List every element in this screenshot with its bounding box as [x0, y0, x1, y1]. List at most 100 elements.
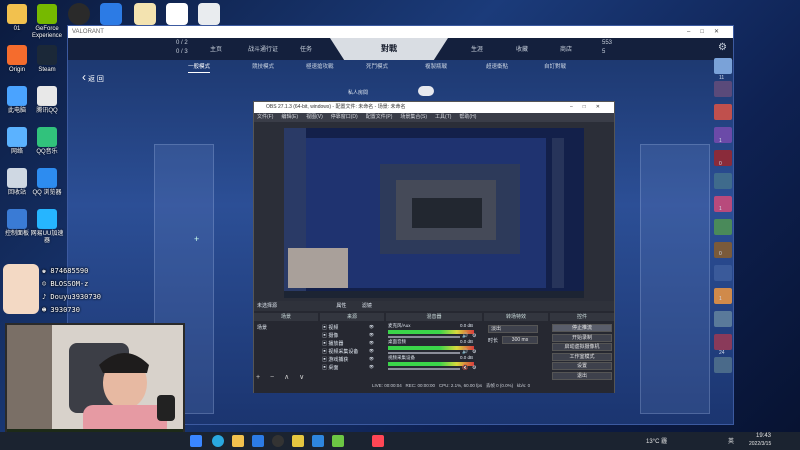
weather-widget[interactable]: 13°C 霾 [646, 436, 667, 445]
friend-avatar[interactable] [714, 219, 732, 235]
properties-button[interactable]: 属性 [336, 303, 346, 309]
cloud-icon[interactable] [252, 435, 264, 447]
notes-app-icon[interactable] [134, 3, 156, 25]
mode-tab[interactable]: 競技模式 [252, 62, 274, 70]
desktop-icon[interactable]: 01 [0, 4, 34, 33]
nav-play-tab[interactable]: 對戰 [330, 38, 448, 60]
desktop-icon[interactable]: QQ 浏览器 [30, 168, 64, 197]
mode-tab[interactable]: 自訂對戰 [544, 62, 566, 70]
friend-avatar[interactable] [714, 58, 732, 74]
friend-avatar[interactable] [714, 265, 732, 281]
nav-collection[interactable]: 收藏 [516, 44, 528, 53]
obs-menu-item[interactable]: 文件(F) [257, 114, 273, 120]
obs-window-controls[interactable]: –□✕ [570, 102, 610, 113]
lang-indicator[interactable]: 英 [728, 436, 734, 445]
clock-date[interactable]: 2022/3/15 [749, 441, 771, 447]
visibility-eye-icon[interactable]: 👁 [369, 356, 374, 361]
visibility-eye-icon[interactable]: 👁 [369, 332, 374, 337]
control-button[interactable]: 启动虚拟摄像机 [552, 343, 612, 351]
obs-menu-item[interactable]: 工具(T) [435, 114, 451, 120]
valorant-taskbar-icon[interactable] [372, 435, 384, 447]
friend-avatar[interactable] [714, 173, 732, 189]
nav-missions[interactable]: 任务 [300, 44, 312, 53]
back-button[interactable]: ‹ 返 回 [82, 70, 104, 84]
friend-avatar[interactable] [714, 127, 732, 143]
mode-tab[interactable]: 複製瓶戰 [425, 62, 447, 70]
obs-window[interactable]: OBS 27.1.3 (64-bit, windows) - 配置文件: 未命名… [253, 101, 615, 393]
obs-menu-item[interactable]: 编辑(E) [281, 114, 298, 120]
visibility-eye-icon[interactable]: 👁 [369, 324, 374, 329]
friend-avatar[interactable] [714, 81, 732, 97]
visibility-eye-icon[interactable]: 👁 [369, 340, 374, 345]
desktop-icon[interactable]: Origin [0, 45, 34, 74]
nav-career[interactable]: 生涯 [471, 44, 483, 53]
friend-avatar[interactable] [714, 288, 732, 304]
friend-avatar[interactable] [714, 150, 732, 166]
desktop-icon[interactable]: 回收站 [0, 168, 34, 197]
settings-gear-icon[interactable]: ⚙ [718, 42, 727, 53]
control-button[interactable]: 停止推流 [552, 324, 612, 332]
muted-speaker-icon[interactable]: 🔇 [462, 365, 468, 371]
desktop-icon[interactable]: 腾讯QQ [30, 86, 64, 115]
duration-input[interactable]: 300 ms [502, 336, 538, 344]
desktop-icon[interactable]: 网易UU加速器 [30, 209, 64, 245]
logitech-app-icon[interactable] [166, 3, 188, 25]
filters-button[interactable]: 滤镜 [362, 303, 372, 309]
nav-home[interactable]: 主页 [210, 44, 222, 53]
friend-avatar[interactable] [714, 311, 732, 327]
obs-titlebar[interactable]: OBS 27.1.3 (64-bit, windows) - 配置文件: 未命名… [254, 102, 614, 113]
obs-preview[interactable] [284, 128, 584, 298]
source-item[interactable]: ▣ 摄像 👁 [322, 332, 382, 339]
volume-slider[interactable] [388, 336, 460, 338]
add-player-icon[interactable]: + [194, 234, 199, 244]
friend-avatar[interactable] [714, 334, 732, 350]
desktop-icon[interactable]: 此电脑 [0, 86, 34, 115]
desktop-icon[interactable]: 网络 [0, 127, 34, 156]
party-toggle-icon[interactable] [418, 86, 434, 96]
qqmusic-taskbar-icon[interactable] [292, 435, 304, 447]
nav-battlepass[interactable]: 战斗通行证 [248, 44, 278, 53]
start-icon[interactable] [190, 435, 202, 447]
window-controls[interactable]: –□✕ [687, 26, 729, 38]
desktop-icon[interactable]: QQ音乐 [30, 127, 64, 156]
obs-app-icon[interactable] [68, 3, 90, 25]
source-item[interactable]: ▣ 播放器 👁 [322, 340, 382, 347]
volume-slider[interactable] [388, 352, 460, 354]
mode-tab[interactable]: 極速搶攻戰 [306, 62, 334, 70]
volume-slider[interactable] [388, 368, 460, 370]
obs-menu-item[interactable]: 场景集合(S) [400, 114, 427, 120]
nav-store[interactable]: 商店 [560, 44, 572, 53]
friend-avatar[interactable] [714, 357, 732, 373]
obs-taskbar-icon[interactable] [272, 435, 284, 447]
mode-tab[interactable]: 死鬥模式 [366, 62, 388, 70]
source-item[interactable]: ▣ 视频 👁 [322, 324, 382, 331]
mode-tab[interactable]: 一般模式 [188, 62, 211, 73]
source-item[interactable]: ▣ 游戏捕获 👁 [322, 356, 382, 363]
obs-menu-item[interactable]: 配置文件(P) [366, 114, 393, 120]
explorer-icon[interactable] [232, 435, 244, 447]
cloud-app-icon[interactable] [100, 3, 122, 25]
obs-menu-item[interactable]: 视图(V) [306, 114, 323, 120]
control-button[interactable]: 设置 [552, 362, 612, 370]
control-button[interactable]: 开始录制 [552, 333, 612, 342]
kook-icon[interactable] [332, 435, 344, 447]
mode-tab[interactable]: 超速衝點 [486, 62, 508, 70]
teamspeak-icon[interactable] [312, 435, 324, 447]
control-button[interactable]: 工作室模式 [552, 352, 612, 361]
friend-avatar[interactable] [714, 242, 732, 258]
visibility-eye-icon[interactable]: 👁 [369, 348, 374, 353]
valorant-titlebar[interactable]: VALORANT –□✕ [68, 26, 733, 38]
obs-menu-item[interactable]: 帮助(H) [459, 114, 476, 120]
document-app-icon[interactable] [198, 3, 220, 25]
visibility-eye-icon[interactable]: 👁 [369, 364, 374, 369]
source-item[interactable]: ▣ 桌面 👁 [322, 364, 382, 371]
obs-menu-item[interactable]: 停靠窗口(D) [331, 114, 358, 120]
friend-avatar[interactable] [714, 104, 732, 120]
transition-select[interactable]: 淡出 [488, 325, 538, 333]
mixer-settings-gear-icon[interactable]: ⚙ [472, 365, 476, 371]
edge-icon[interactable] [212, 435, 224, 447]
scene-list-item[interactable]: 场景 [257, 324, 267, 331]
friend-avatar[interactable] [714, 196, 732, 212]
desktop-icon[interactable]: 控制面板 [0, 209, 34, 238]
private-room-button[interactable]: 私人房間 [348, 89, 368, 96]
